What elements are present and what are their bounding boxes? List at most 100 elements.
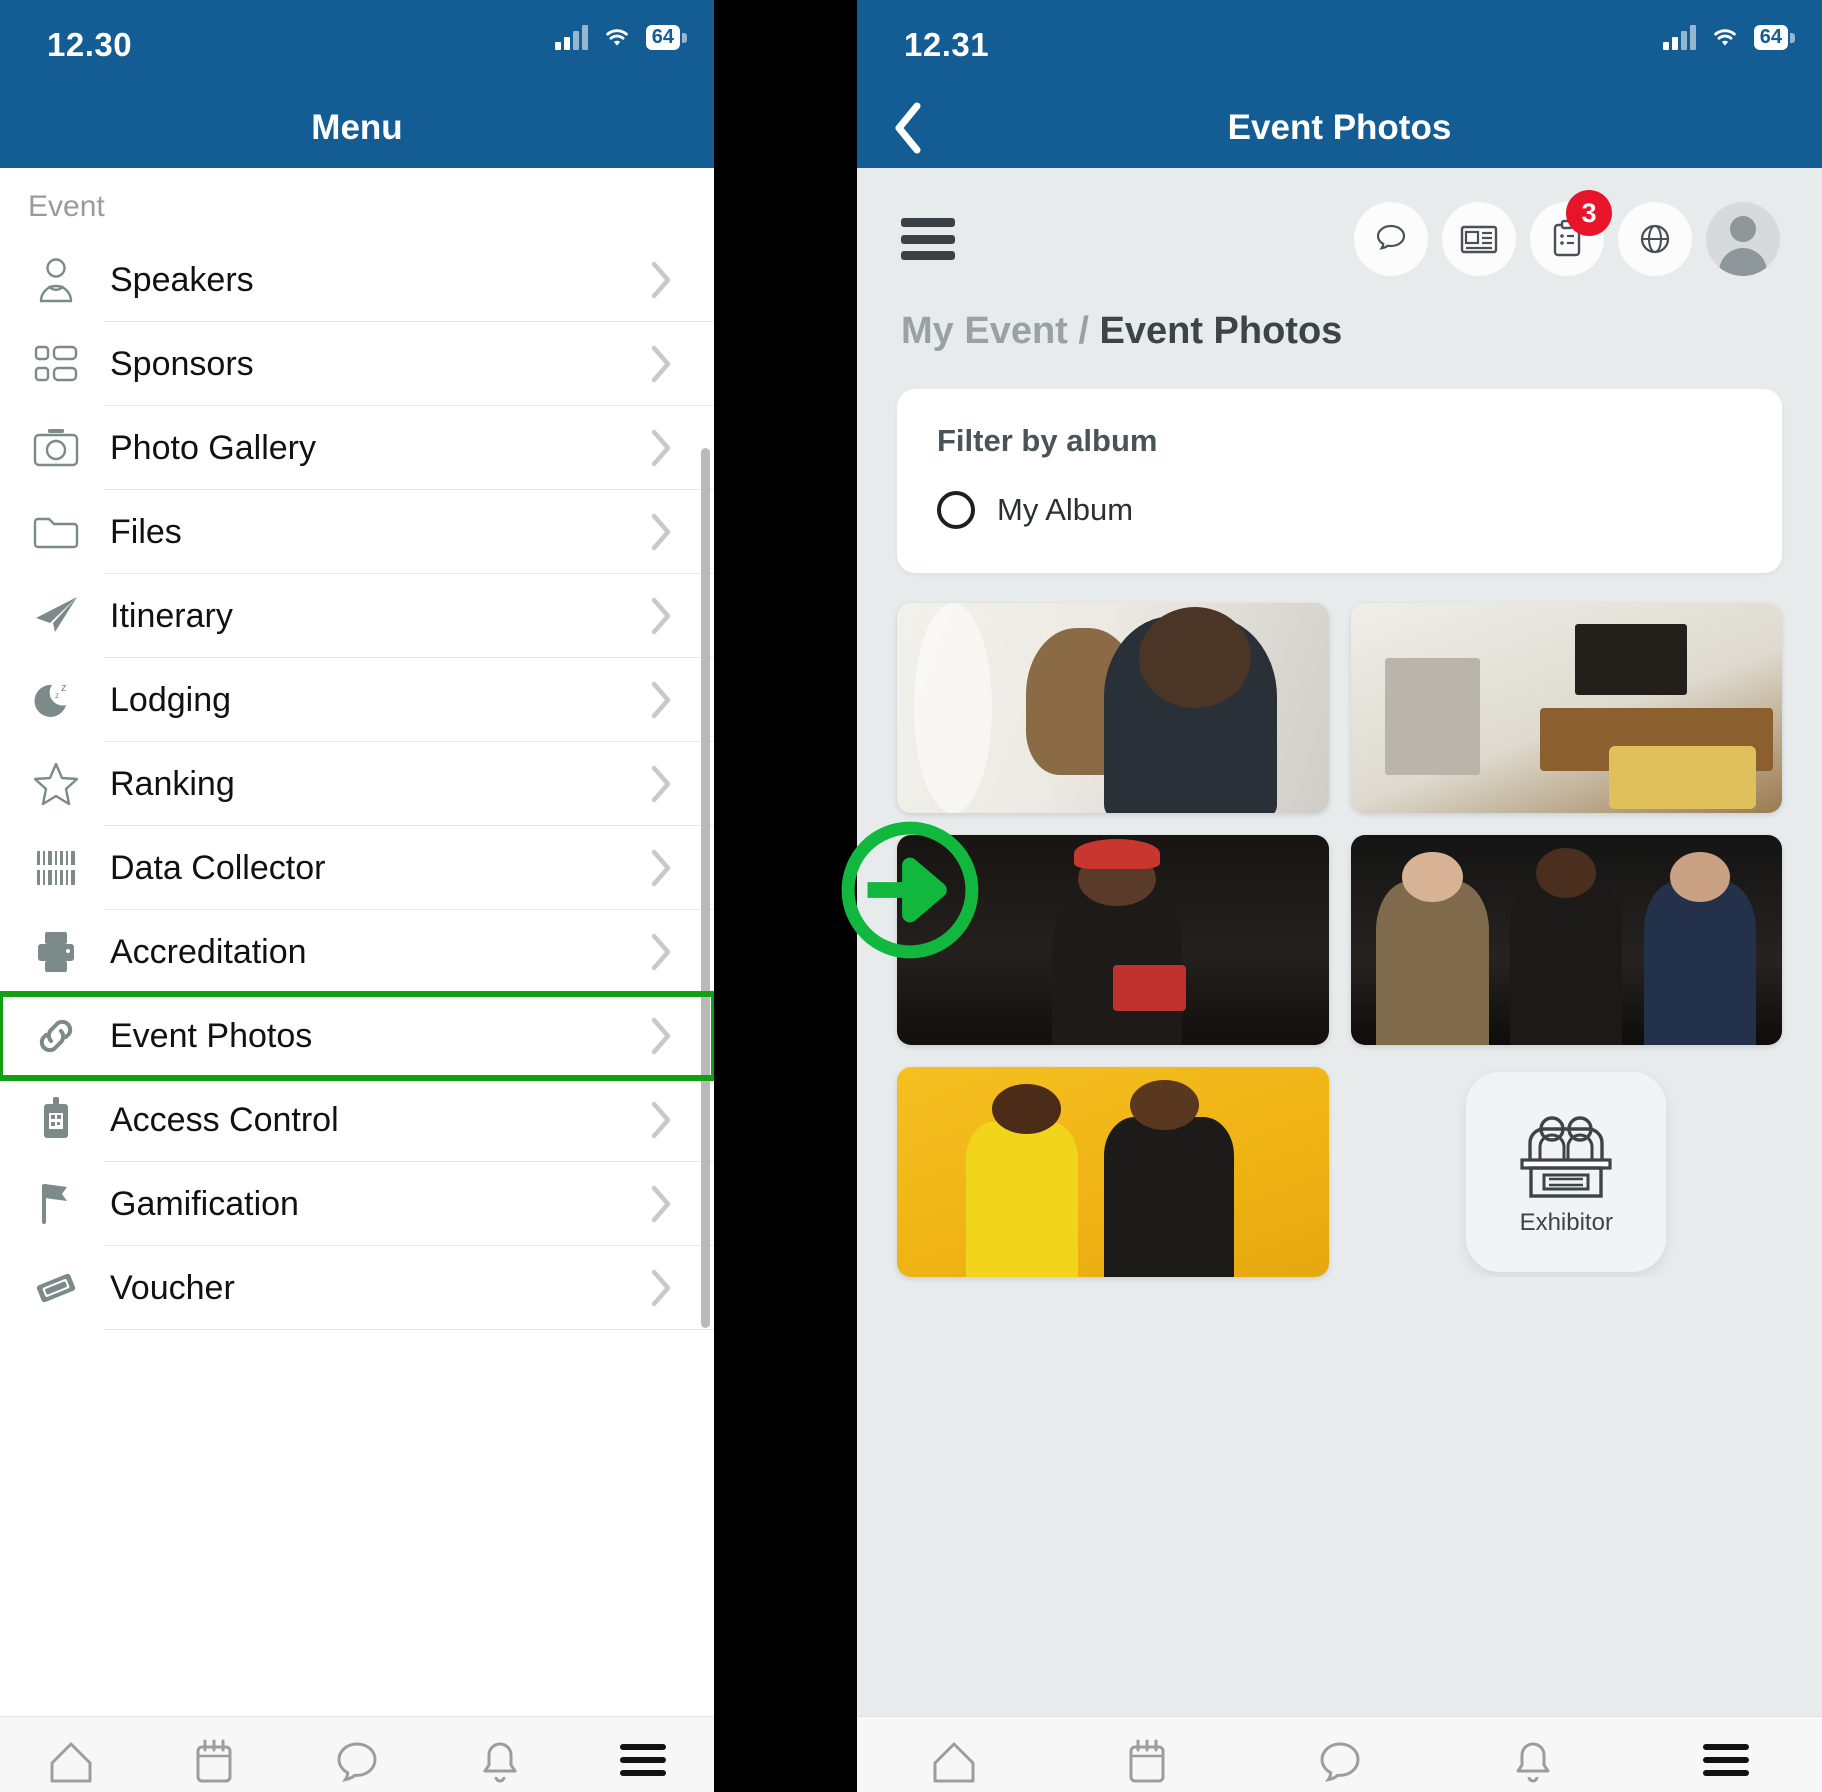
star-icon bbox=[28, 756, 84, 812]
right-phone-screen: 12.31 64 Event Photos 3 My Event / Event… bbox=[857, 0, 1822, 1792]
folder-icon bbox=[28, 504, 84, 560]
ticket-icon bbox=[28, 1260, 84, 1316]
chat-icon bbox=[333, 1739, 381, 1787]
breadcrumb-current: Event Photos bbox=[1099, 310, 1343, 352]
chat-icon bbox=[1316, 1739, 1364, 1787]
scrollbar-thumb[interactable] bbox=[701, 448, 710, 1328]
chevron-right-icon bbox=[648, 511, 688, 553]
menu-item-files[interactable]: Files bbox=[0, 490, 714, 574]
filter-option-my-album[interactable]: My Album bbox=[937, 491, 1742, 529]
tab-menu[interactable]: Menu bbox=[1629, 1739, 1822, 1792]
paper-plane-icon bbox=[28, 588, 84, 644]
right-tabs: News FeedScheduleNetworkingAlertsMenu bbox=[857, 1739, 1822, 1792]
chevron-right-icon bbox=[648, 1267, 688, 1309]
clipboard-icon[interactable]: 3 bbox=[1530, 190, 1612, 276]
left-status-bar: 12.30 64 bbox=[0, 0, 714, 88]
menu-item-label: Sponsors bbox=[110, 344, 254, 383]
menu-item-label: Ranking bbox=[110, 764, 235, 803]
cellular-signal-icon bbox=[1662, 24, 1696, 50]
menu-item-label: Speakers bbox=[110, 260, 254, 299]
menu-item-accreditation[interactable]: Accreditation bbox=[0, 910, 714, 994]
exhibitor-booth-icon bbox=[1512, 1107, 1620, 1203]
menu-item-gamification[interactable]: Gamification bbox=[0, 1162, 714, 1246]
menu-item-data-collector[interactable]: Data Collector bbox=[0, 826, 714, 910]
tab-news-feed[interactable]: News Feed bbox=[857, 1739, 1050, 1792]
notification-badge: 3 bbox=[1566, 190, 1612, 236]
menu-item-access-control[interactable]: Access Control bbox=[0, 1078, 714, 1162]
photo-tile[interactable] bbox=[897, 603, 1329, 813]
right-tab-bar: News FeedScheduleNetworkingAlertsMenu bbox=[857, 1716, 1822, 1792]
newspaper-icon[interactable] bbox=[1442, 202, 1516, 276]
tab-alerts[interactable]: Alerts bbox=[428, 1739, 571, 1792]
menu-list: Speakers Sponsors Photo Gallery Files Itiner… bbox=[0, 238, 714, 1330]
left-nav-header: Menu bbox=[0, 88, 714, 168]
battery-indicator: 64 bbox=[645, 24, 688, 50]
chat-bubble-icon[interactable] bbox=[1354, 202, 1428, 276]
photo-tile-placeholder: Exhibitor bbox=[1351, 1067, 1783, 1277]
chevron-right-icon bbox=[648, 763, 688, 805]
tab-networking[interactable]: Networking bbox=[1243, 1739, 1436, 1792]
status-clock: 12.30 bbox=[47, 26, 133, 63]
toolbar-actions: 3 bbox=[1354, 190, 1780, 276]
photo-tile[interactable] bbox=[897, 1067, 1329, 1277]
chevron-right-icon bbox=[648, 1015, 688, 1057]
filter-option-label: My Album bbox=[997, 492, 1134, 527]
tab-alerts[interactable]: Alerts bbox=[1436, 1739, 1629, 1792]
home-icon bbox=[929, 1739, 979, 1785]
tab-schedule[interactable]: Schedule bbox=[143, 1739, 286, 1792]
menu-item-lodging[interactable]: z z Lodging bbox=[0, 658, 714, 742]
bell-icon bbox=[1511, 1739, 1555, 1787]
photo-tile[interactable] bbox=[1350, 835, 1782, 1045]
avatar-icon[interactable] bbox=[1706, 202, 1780, 276]
menu-item-ranking[interactable]: Ranking bbox=[0, 742, 714, 826]
menu-item-label: Accreditation bbox=[110, 932, 307, 971]
breadcrumb-parent[interactable]: My Event / bbox=[901, 310, 1100, 352]
chevron-right-icon bbox=[648, 1183, 688, 1225]
screenshot-stage: 12.30 64 Menu Event Speakers Sponsors Phot… bbox=[0, 0, 1822, 1792]
flag-icon bbox=[28, 1176, 84, 1232]
menu-item-photo-gallery[interactable]: Photo Gallery bbox=[0, 406, 714, 490]
status-clock: 12.31 bbox=[904, 26, 990, 63]
menu-item-label: Photo Gallery bbox=[110, 428, 316, 467]
menu-item-speakers[interactable]: Speakers bbox=[0, 238, 714, 322]
menu-item-label: Lodging bbox=[110, 680, 232, 719]
hamburger-icon[interactable] bbox=[901, 218, 955, 260]
menu-item-sponsors[interactable]: Sponsors bbox=[0, 322, 714, 406]
chevron-left-icon[interactable] bbox=[879, 100, 935, 156]
globe-icon[interactable] bbox=[1618, 202, 1692, 276]
app-toolbar: 3 bbox=[857, 168, 1822, 276]
left-phone-screen: 12.30 64 Menu Event Speakers Sponsors Phot… bbox=[0, 0, 714, 1792]
filter-card: Filter by album My Album bbox=[897, 389, 1782, 573]
menu-item-label: Access Control bbox=[110, 1100, 339, 1139]
battery-indicator: 64 bbox=[1753, 24, 1796, 50]
photo-tile[interactable] bbox=[1350, 603, 1782, 813]
menu-icon bbox=[618, 1739, 668, 1781]
tab-menu[interactable]: Menu bbox=[571, 1739, 714, 1792]
menu-item-voucher[interactable]: Voucher bbox=[0, 1246, 714, 1330]
printer-icon bbox=[28, 924, 84, 980]
menu-item-event-photos[interactable]: Event Photos bbox=[0, 991, 714, 1081]
tab-news-feed[interactable]: News Feed bbox=[0, 1739, 143, 1792]
link-chain-icon bbox=[28, 1008, 84, 1064]
event-photos-content: 3 My Event / Event Photos Filter by albu… bbox=[857, 168, 1822, 1716]
right-nav-header: Event Photos bbox=[857, 88, 1822, 168]
chevron-right-icon bbox=[648, 679, 688, 721]
section-label-event: Event bbox=[28, 190, 105, 223]
menu-item-label: Event Photos bbox=[110, 1016, 313, 1055]
radio-button-icon[interactable] bbox=[937, 491, 975, 529]
menu-item-itinerary[interactable]: Itinerary bbox=[0, 574, 714, 658]
menu-item-label: Data Collector bbox=[110, 848, 326, 887]
placeholder-label: Exhibitor bbox=[1519, 1209, 1613, 1236]
photo-grid: Exhibitor bbox=[857, 573, 1822, 1277]
breadcrumb: My Event / Event Photos bbox=[857, 276, 1822, 353]
right-status-bar: 12.31 64 bbox=[857, 0, 1822, 88]
menu-list-body: Event Speakers Sponsors Photo Gallery Files… bbox=[0, 168, 714, 1716]
tab-networking[interactable]: Networking bbox=[286, 1739, 429, 1792]
green-arrow-right-circle bbox=[841, 821, 979, 959]
chevron-right-icon bbox=[648, 259, 688, 301]
menu-item-label: Gamification bbox=[110, 1184, 299, 1223]
cellular-signal-icon bbox=[554, 24, 588, 50]
left-tabs: News FeedScheduleNetworkingAlertsMenu bbox=[0, 1739, 714, 1792]
wifi-icon bbox=[1713, 29, 1736, 46]
tab-schedule[interactable]: Schedule bbox=[1050, 1739, 1243, 1792]
